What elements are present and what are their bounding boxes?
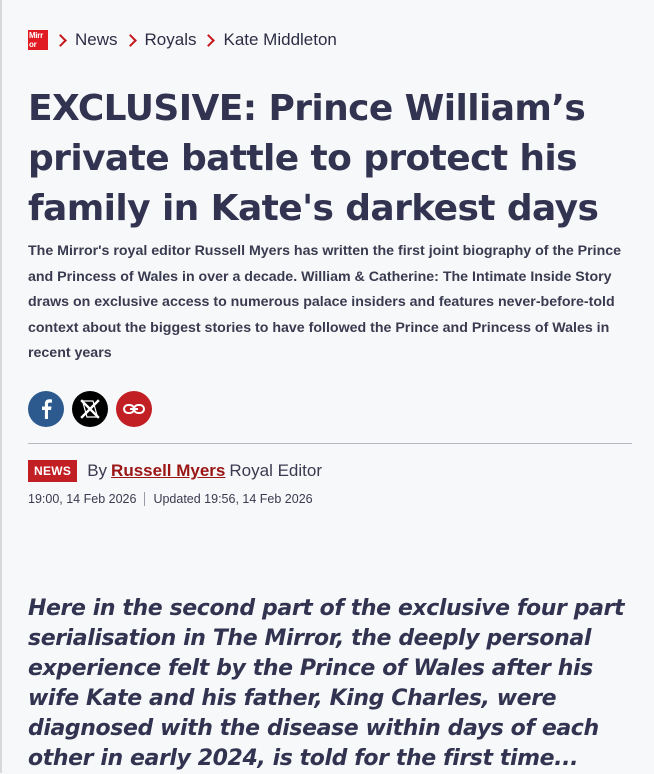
share-x-button[interactable] <box>72 391 108 427</box>
article-headline: EXCLUSIVE: Prince William’s private batt… <box>28 88 599 229</box>
link-icon <box>123 404 145 414</box>
breadcrumb: Mirr or News Royals Kate Middleton <box>28 29 337 51</box>
facebook-icon <box>42 399 52 419</box>
published-time: 19:00, 14 Feb 2026 <box>28 492 137 506</box>
page-left-border <box>0 0 2 773</box>
share-bar <box>28 391 152 427</box>
divider <box>28 443 632 444</box>
category-badge[interactable]: NEWS <box>28 460 78 482</box>
mirror-logo[interactable]: Mirr or <box>28 30 48 50</box>
byline-prefix: By <box>87 461 108 480</box>
chevron-right-icon <box>202 33 216 47</box>
author-link[interactable]: Russell Myers <box>111 461 225 481</box>
breadcrumb-link-news[interactable]: News <box>75 30 118 50</box>
copy-link-button[interactable] <box>116 391 152 427</box>
updated-time: Updated 19:56, 14 Feb 2026 <box>153 492 313 506</box>
article-intro: Here in the second part of the exclusive… <box>28 596 625 771</box>
author-role: Royal Editor <box>229 461 322 480</box>
byline: NEWS By Russell Myers Royal Editor <box>28 460 322 482</box>
article-dates: 19:00, 14 Feb 2026 Updated 19:56, 14 Feb… <box>28 492 313 506</box>
breadcrumb-link-royals[interactable]: Royals <box>145 30 197 50</box>
breadcrumb-link-kate-middleton[interactable]: Kate Middleton <box>223 30 336 50</box>
article-standfirst: The Mirror's royal editor Russell Myers … <box>28 243 622 362</box>
chevron-right-icon <box>123 33 137 47</box>
chevron-right-icon <box>54 33 67 47</box>
date-separator <box>144 492 146 506</box>
share-facebook-button[interactable] <box>28 391 64 427</box>
x-icon <box>80 399 100 419</box>
